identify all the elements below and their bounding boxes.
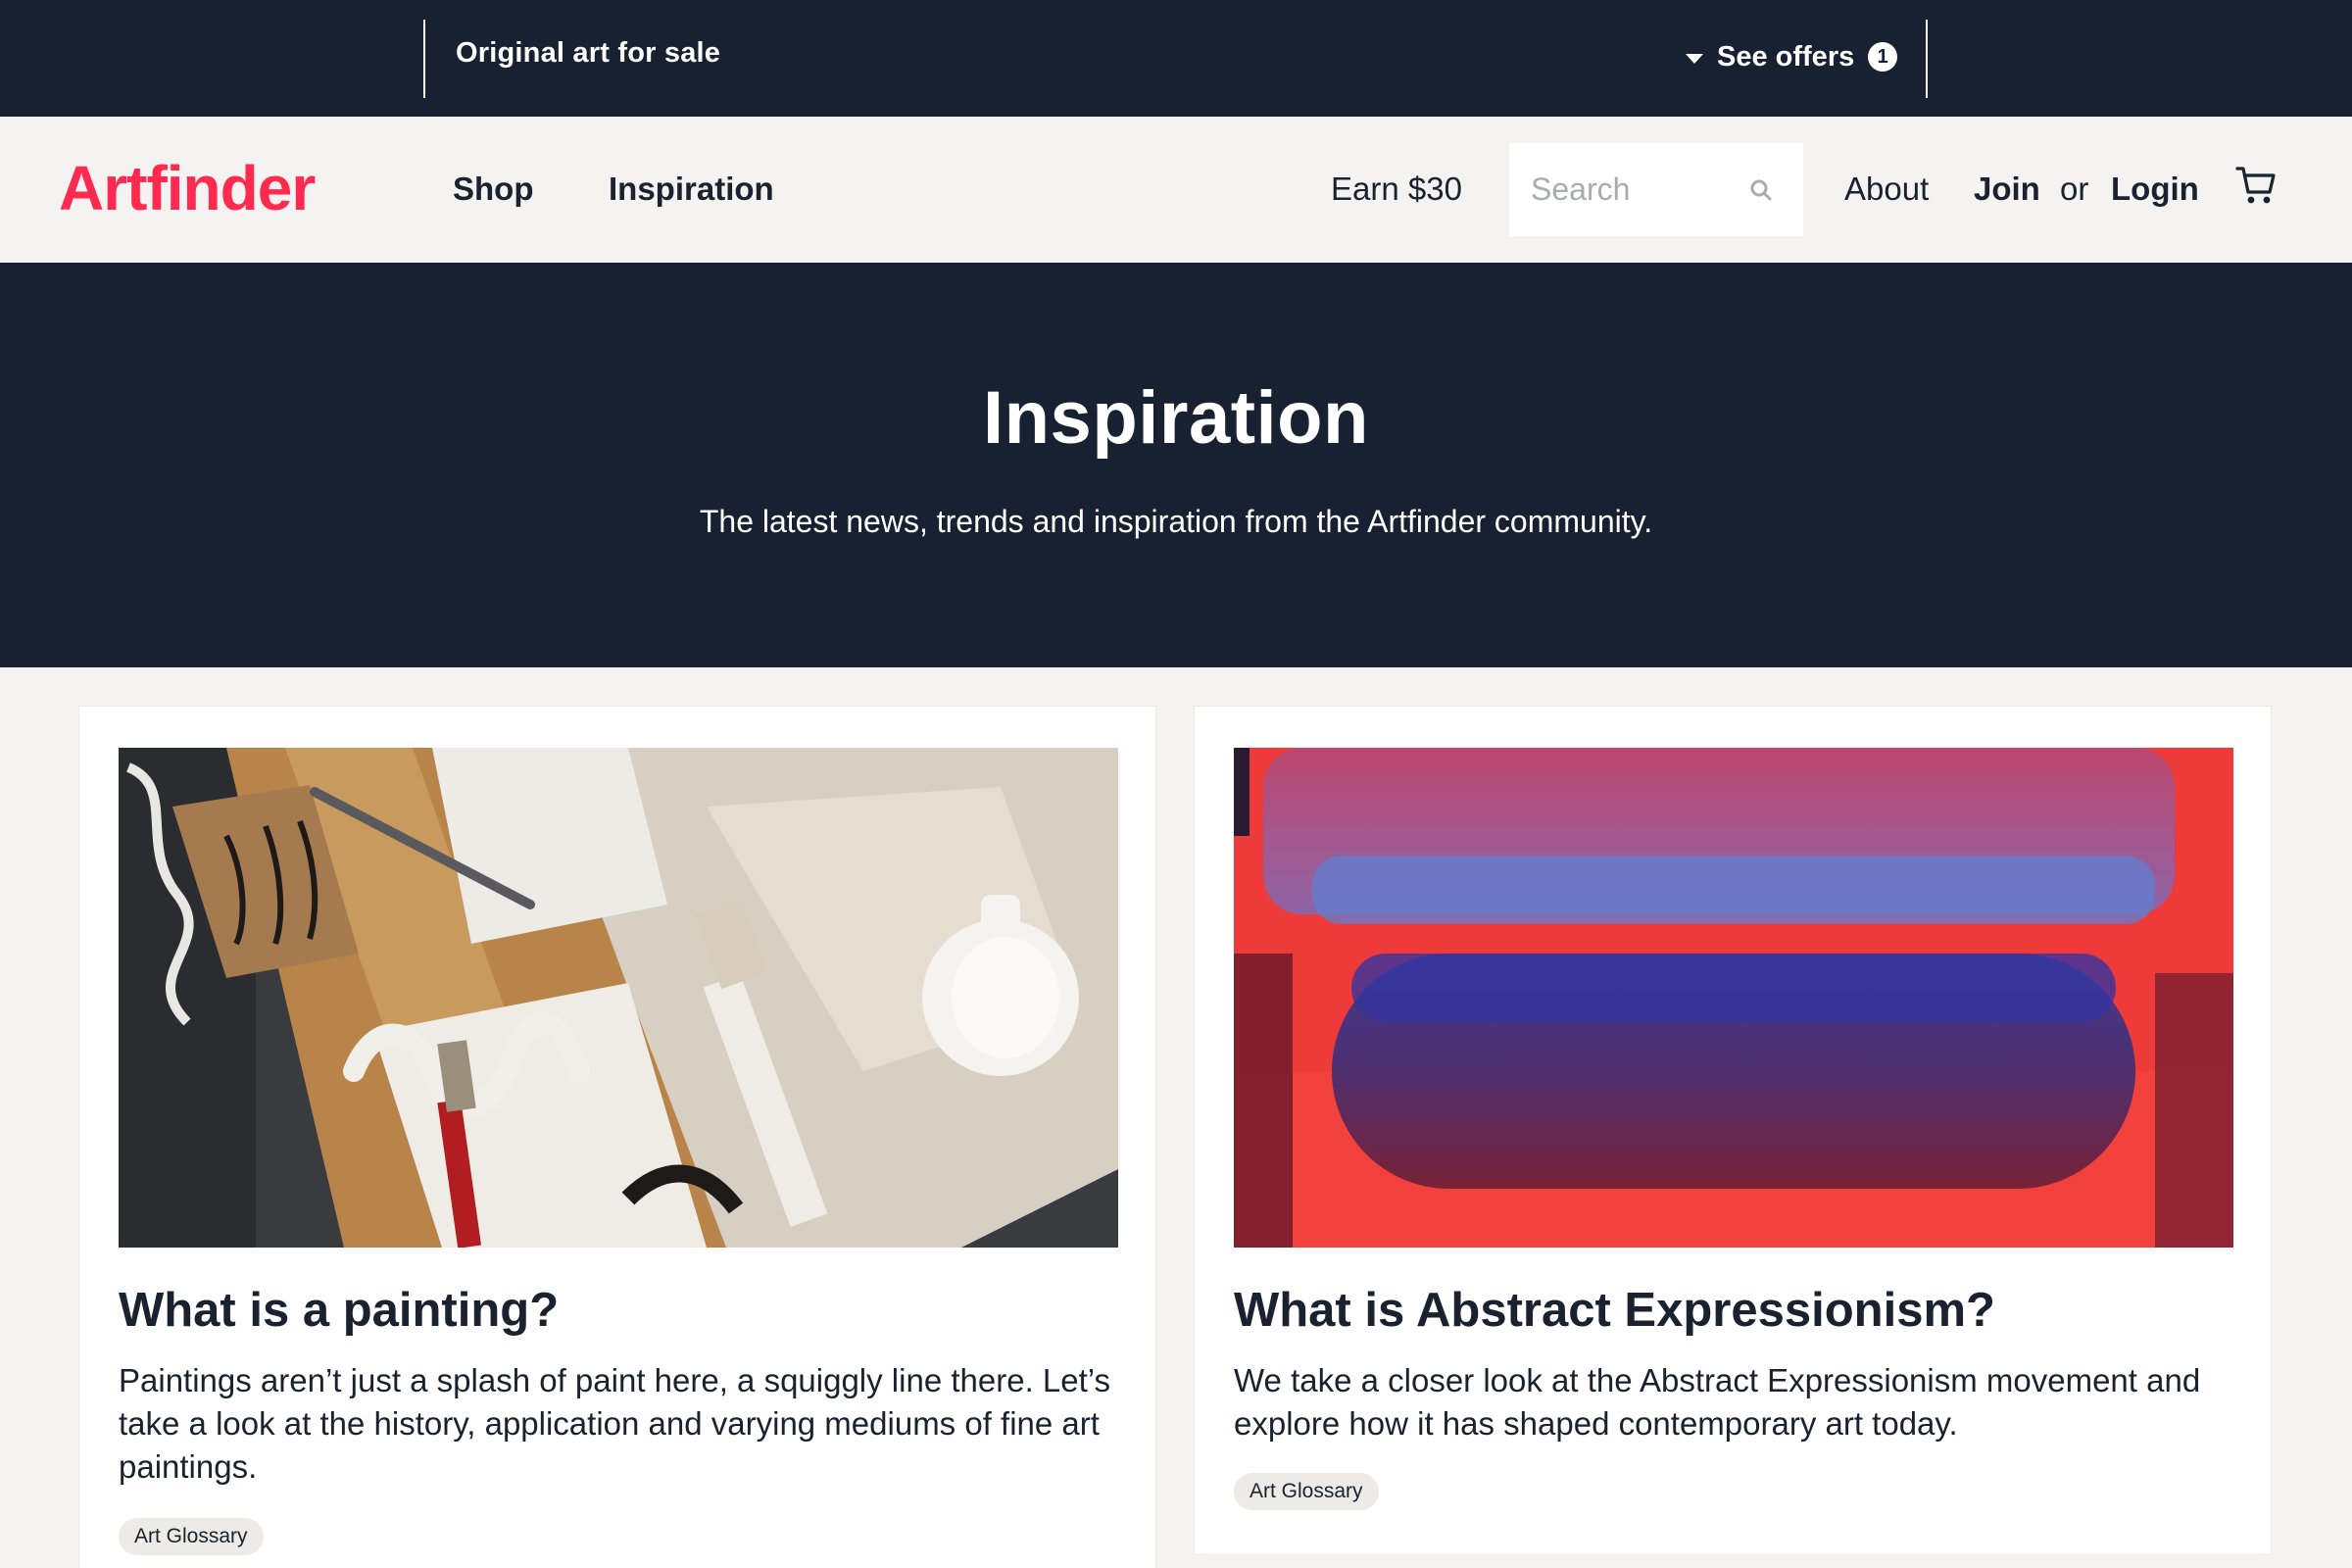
abstract-painting-illustration [1234,748,2233,1248]
article-description: We take a closer look at the Abstract Ex… [1234,1362,2201,1442]
nav-shop[interactable]: Shop [453,171,533,208]
article-title[interactable]: What is a painting? [119,1283,1118,1338]
see-offers-label: See offers [1717,40,1855,73]
promo-bar: Original art for sale See offers 1 [0,0,2352,117]
art-supplies-illustration [119,748,1118,1248]
artfinder-logo[interactable]: Artfinder [59,152,316,224]
earn-link[interactable]: Earn $30 [1331,171,1462,208]
article-description: Paintings aren’t just a splash of paint … [119,1362,1111,1485]
join-link[interactable]: Join [1974,171,2040,208]
promo-divider-left [423,20,425,98]
page-title: Inspiration [983,376,1369,460]
site-header: Artfinder Shop Inspiration Earn $30 Abou… [0,117,2352,263]
promo-divider-right [1926,20,1928,98]
promo-title: Original art for sale [456,37,721,69]
article-image-abstract-painting[interactable] [1234,748,2233,1248]
or-text: or [2060,171,2089,207]
cart-icon[interactable] [2234,163,2278,208]
article-tag[interactable]: Art Glossary [1234,1473,1379,1510]
hero-banner: Inspiration The latest news, trends and … [0,263,2352,667]
about-link[interactable]: About [1844,171,1929,208]
see-offers-button[interactable]: See offers 1 [1686,37,1898,76]
nav-inspiration[interactable]: Inspiration [609,171,774,208]
search-input[interactable] [1531,143,1746,236]
article-image-art-supplies[interactable] [119,748,1118,1248]
search-box[interactable] [1509,143,1803,236]
article-title[interactable]: What is Abstract Expressionism? [1234,1283,2233,1338]
login-link[interactable]: Login [2111,171,2199,208]
offers-count-badge: 1 [1868,42,1898,72]
article-card[interactable]: What is a painting? Paintings aren’t jus… [78,706,1156,1568]
search-icon[interactable] [1746,175,1776,205]
page-subtitle: The latest news, trends and inspiration … [699,504,1653,539]
article-tag[interactable]: Art Glossary [119,1518,264,1555]
caret-down-icon [1686,54,1703,64]
article-card[interactable]: What is Abstract Expressionism? We take … [1194,706,2272,1555]
